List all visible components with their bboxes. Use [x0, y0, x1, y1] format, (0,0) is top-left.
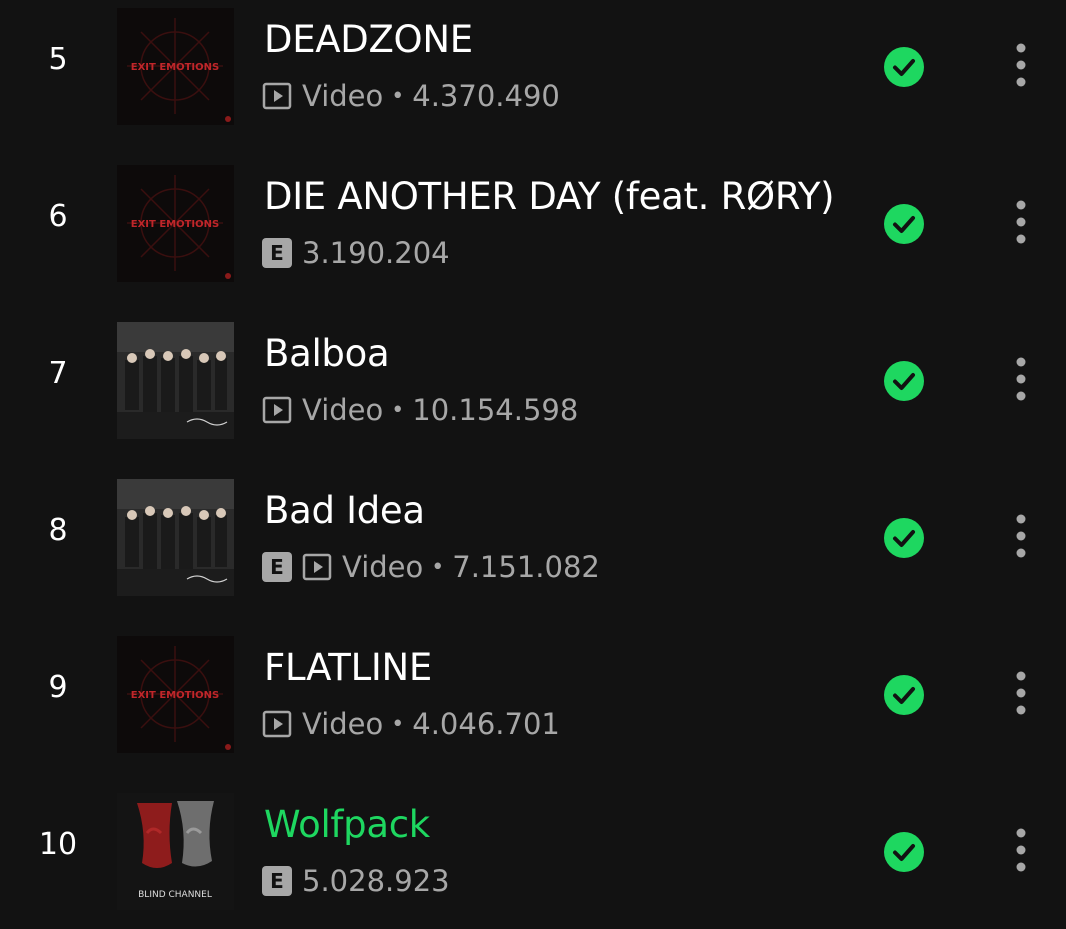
explicit-badge: E [262, 552, 292, 582]
play-count: 4.370.490 [412, 79, 560, 113]
svg-text:EXIT EMOTIONS: EXIT EMOTIONS [131, 690, 219, 701]
track-meta: E 3.190.204 [262, 233, 450, 273]
separator-dot: • [391, 711, 405, 737]
separator-dot: • [431, 554, 445, 580]
track-row[interactable]: 9 EXIT EMOTIONS FLATLINE Video • 4.046.7… [0, 628, 1066, 785]
play-count: 3.190.204 [302, 236, 450, 270]
track-meta: Video • 4.046.701 [262, 704, 560, 744]
more-vertical-icon[interactable] [1004, 40, 1038, 90]
track-title: DIE ANOTHER DAY (feat. RØRY) [264, 175, 835, 218]
exit-emotions-cover: EXIT EMOTIONS [117, 8, 234, 125]
check-circle-icon[interactable] [884, 832, 924, 872]
blind-channel-cover: BLIND CHANNEL [117, 793, 234, 910]
more-vertical-icon[interactable] [1004, 354, 1038, 404]
exit-emotions-cover: EXIT EMOTIONS [117, 165, 234, 282]
track-rank: 5 [48, 42, 68, 77]
track-title: Balboa [264, 332, 390, 375]
track-title: DEADZONE [264, 18, 473, 61]
separator-dot: • [391, 83, 405, 109]
svg-text:EXIT EMOTIONS: EXIT EMOTIONS [131, 219, 219, 230]
check-circle-icon[interactable] [884, 675, 924, 715]
more-vertical-icon[interactable] [1004, 511, 1038, 561]
check-circle-icon[interactable] [884, 47, 924, 87]
play-count: 4.046.701 [412, 707, 560, 741]
check-circle-icon[interactable] [884, 361, 924, 401]
play-count: 10.154.598 [412, 393, 579, 427]
more-vertical-icon[interactable] [1004, 825, 1038, 875]
video-label: Video [302, 393, 384, 427]
more-vertical-icon[interactable] [1004, 668, 1038, 718]
track-title: Bad Idea [264, 489, 425, 532]
track-row[interactable]: 5 EXIT EMOTIONS DEADZONE Video • 4.370.4… [0, 0, 1066, 157]
track-rank: 7 [48, 356, 68, 391]
more-vertical-icon[interactable] [1004, 197, 1038, 247]
track-title: Wolfpack [264, 803, 430, 846]
track-rank: 10 [38, 827, 78, 862]
separator-dot: • [391, 397, 405, 423]
track-row[interactable]: 10 BLIND CHANNEL Wolfpack E 5.028.923 [0, 785, 1066, 929]
band-photo-cover [117, 322, 234, 439]
video-icon [262, 395, 292, 425]
track-rank: 9 [48, 670, 68, 705]
play-count: 7.151.082 [452, 550, 600, 584]
video-icon [302, 552, 332, 582]
track-meta: Video • 4.370.490 [262, 76, 560, 116]
video-label: Video [342, 550, 424, 584]
track-title: FLATLINE [264, 646, 432, 689]
check-circle-icon[interactable] [884, 518, 924, 558]
track-rank: 8 [48, 513, 68, 548]
svg-text:EXIT EMOTIONS: EXIT EMOTIONS [131, 62, 219, 73]
exit-emotions-cover: EXIT EMOTIONS [117, 636, 234, 753]
play-count: 5.028.923 [302, 864, 450, 898]
track-meta: Video • 10.154.598 [262, 390, 578, 430]
track-meta: E Video • 7.151.082 [262, 547, 600, 587]
track-list: 5 EXIT EMOTIONS DEADZONE Video • 4.370.4… [0, 0, 1066, 929]
track-meta: E 5.028.923 [262, 861, 450, 901]
band-photo-cover [117, 479, 234, 596]
track-row[interactable]: 8 Bad Idea E Video • 7.151.082 [0, 471, 1066, 628]
check-circle-icon[interactable] [884, 204, 924, 244]
video-icon [262, 81, 292, 111]
explicit-badge: E [262, 238, 292, 268]
video-icon [262, 709, 292, 739]
video-label: Video [302, 707, 384, 741]
track-row[interactable]: 7 Balboa Video • 10.154.598 [0, 314, 1066, 471]
video-label: Video [302, 79, 384, 113]
explicit-badge: E [262, 866, 292, 896]
track-rank: 6 [48, 199, 68, 234]
svg-text:BLIND CHANNEL: BLIND CHANNEL [138, 890, 212, 900]
track-row[interactable]: 6 EXIT EMOTIONS DIE ANOTHER DAY (feat. R… [0, 157, 1066, 314]
